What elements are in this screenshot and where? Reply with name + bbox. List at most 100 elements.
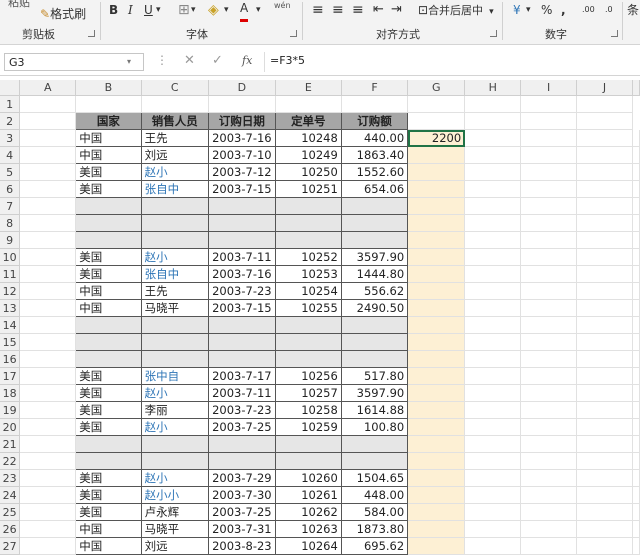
cell[interactable]	[632, 265, 640, 283]
cell[interactable]	[464, 435, 522, 453]
cell[interactable]	[19, 146, 77, 164]
cell[interactable]	[632, 180, 640, 198]
data-cell[interactable]: 695.62	[340, 537, 409, 555]
cell[interactable]	[464, 129, 522, 147]
cell[interactable]	[464, 384, 522, 402]
cell[interactable]	[520, 231, 578, 249]
cell[interactable]	[576, 163, 633, 181]
cell[interactable]	[464, 248, 522, 266]
data-cell[interactable]	[340, 350, 409, 368]
cell[interactable]	[464, 503, 522, 521]
formula-input[interactable]: =F3*5	[270, 54, 305, 67]
cell[interactable]	[576, 384, 633, 402]
cell[interactable]	[632, 469, 640, 487]
data-cell[interactable]: 中国	[75, 129, 142, 147]
data-cell[interactable]: 2003-7-17	[207, 367, 276, 385]
paste-button[interactable]: 粘贴	[8, 0, 30, 12]
cell[interactable]	[275, 95, 342, 113]
cell[interactable]	[632, 231, 640, 249]
cell[interactable]	[19, 112, 77, 130]
cell[interactable]	[520, 129, 578, 147]
data-cell[interactable]: 1873.80	[340, 520, 409, 538]
data-cell[interactable]: 10257	[274, 384, 342, 402]
data-cell[interactable]: 2003-7-25	[207, 503, 276, 521]
data-cell[interactable]: 美国	[75, 367, 142, 385]
cell[interactable]	[520, 435, 578, 453]
cell[interactable]	[632, 333, 640, 351]
cell[interactable]	[520, 503, 578, 521]
cell[interactable]	[407, 384, 466, 402]
cell[interactable]	[464, 537, 522, 555]
data-cell[interactable]: 10260	[274, 469, 342, 487]
data-cell[interactable]: 10254	[274, 282, 342, 300]
name-box-dropdown-icon[interactable]: ▾	[127, 57, 131, 66]
data-cell[interactable]: 100.80	[340, 418, 409, 436]
cell[interactable]	[632, 197, 640, 215]
cell[interactable]	[520, 520, 578, 538]
cell[interactable]	[19, 316, 77, 334]
row-header[interactable]: 24	[0, 486, 21, 504]
align-center-icon[interactable]: ≡	[332, 1, 344, 19]
row-header[interactable]: 14	[0, 316, 21, 334]
cell[interactable]	[632, 129, 640, 147]
cell[interactable]	[576, 503, 633, 521]
data-cell[interactable]: 2003-7-16	[207, 129, 276, 147]
cell[interactable]	[632, 384, 640, 402]
data-cell[interactable]	[140, 435, 209, 453]
increase-indent-icon[interactable]: ⇥	[391, 1, 402, 19]
cell[interactable]	[19, 486, 77, 504]
cell[interactable]	[407, 401, 466, 419]
data-cell[interactable]	[207, 316, 276, 334]
data-cell[interactable]: 刘远	[140, 537, 209, 555]
cell[interactable]	[407, 282, 466, 300]
table-header-cell[interactable]: 订购额	[340, 112, 409, 130]
data-cell[interactable]	[140, 333, 209, 351]
font-launcher-icon[interactable]	[290, 30, 297, 37]
cell[interactable]	[407, 503, 466, 521]
cell[interactable]	[632, 163, 640, 181]
data-cell[interactable]: 美国	[75, 265, 142, 283]
underline-button[interactable]: U	[144, 1, 153, 19]
bold-button[interactable]: B	[109, 1, 118, 19]
cell[interactable]	[632, 452, 640, 470]
data-cell[interactable]: 2003-7-15	[207, 180, 276, 198]
font-color-button[interactable]: A	[240, 1, 249, 22]
cell[interactable]	[576, 316, 633, 334]
cell[interactable]	[407, 435, 466, 453]
data-cell[interactable]	[207, 333, 276, 351]
data-cell[interactable]: 张自中	[140, 180, 209, 198]
data-cell[interactable]	[140, 316, 209, 334]
cell[interactable]	[464, 316, 522, 334]
data-cell[interactable]: 赵小	[140, 163, 209, 181]
italic-button[interactable]: I	[128, 1, 133, 19]
cell[interactable]	[407, 112, 466, 130]
data-cell[interactable]	[140, 197, 209, 215]
cell[interactable]	[576, 486, 633, 504]
cell[interactable]	[576, 333, 633, 351]
cell[interactable]	[208, 95, 276, 113]
cell[interactable]	[19, 384, 77, 402]
column-header-e[interactable]: E	[275, 80, 342, 96]
data-cell[interactable]: 刘远	[140, 146, 209, 164]
cell[interactable]	[632, 350, 640, 368]
cell[interactable]	[464, 367, 522, 385]
cell[interactable]	[576, 452, 633, 470]
column-header-i[interactable]: I	[520, 80, 578, 96]
data-cell[interactable]	[340, 231, 409, 249]
data-cell[interactable]	[207, 435, 276, 453]
data-cell[interactable]: 美国	[75, 384, 142, 402]
cell[interactable]	[520, 367, 578, 385]
row-header[interactable]: 21	[0, 435, 21, 453]
data-cell[interactable]: 赵小	[140, 384, 209, 402]
cell[interactable]	[19, 180, 77, 198]
cell[interactable]	[407, 95, 466, 113]
cell[interactable]	[464, 146, 522, 164]
cell[interactable]	[341, 95, 409, 113]
cell[interactable]	[407, 248, 466, 266]
data-cell[interactable]: 王先	[140, 129, 209, 147]
cell[interactable]	[19, 231, 77, 249]
clipboard-launcher-icon[interactable]	[88, 30, 95, 37]
cell[interactable]	[464, 401, 522, 419]
cell[interactable]	[520, 180, 578, 198]
cell[interactable]	[19, 129, 77, 147]
